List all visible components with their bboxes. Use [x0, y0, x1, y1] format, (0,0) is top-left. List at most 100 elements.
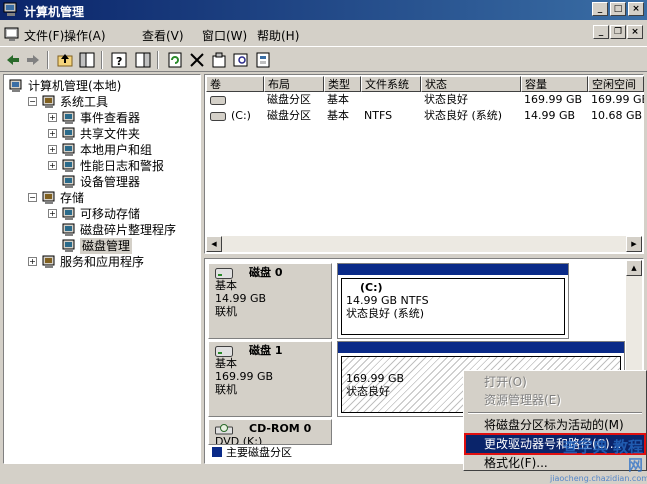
tree-node-label: 性能日志和警报	[80, 159, 165, 173]
mdi-restore-button[interactable]: ❐	[610, 25, 626, 39]
column-type[interactable]: 类型	[324, 76, 361, 92]
column-layout[interactable]: 布局	[264, 76, 324, 92]
column-volume[interactable]: 卷	[206, 76, 264, 92]
primary-partition-bar	[338, 342, 624, 353]
users-icon	[62, 143, 75, 156]
cell-status: 状态良好	[424, 93, 468, 106]
up-icon[interactable]	[56, 51, 74, 69]
primary-partition-bar	[338, 264, 568, 275]
scroll-up-icon[interactable]: ▲	[626, 260, 642, 276]
collapse-icon[interactable]: −	[28, 193, 37, 202]
column-free-space[interactable]: 空闲空间	[588, 76, 644, 92]
legend: 主要磁盘分区	[208, 445, 318, 461]
column-status[interactable]: 状态	[421, 76, 521, 92]
search-icon[interactable]	[232, 51, 250, 69]
disk-management-icon	[62, 239, 75, 252]
cdrom-0-info[interactable]: CD-ROM 0 DVD (K:)	[208, 419, 332, 445]
window-title: 计算机管理	[24, 5, 85, 19]
maximize-button[interactable]: □	[610, 2, 626, 16]
event-viewer-icon	[62, 111, 75, 124]
show-tree-icon[interactable]	[78, 51, 96, 69]
disk-0-info[interactable]: 磁盘 0 基本 14.99 GB 联机	[208, 263, 332, 339]
primary-partition-swatch	[212, 447, 222, 457]
disk-icon	[215, 268, 233, 279]
tree-node-label: 事件查看器	[80, 111, 141, 125]
close-button[interactable]: ×	[628, 2, 644, 16]
cell-filesystem: NTFS	[364, 109, 393, 122]
drive-icon	[210, 96, 226, 105]
expand-icon[interactable]: +	[48, 145, 57, 154]
expand-icon[interactable]: +	[48, 161, 57, 170]
disk-status: 联机	[215, 383, 237, 396]
cell-type: 基本	[327, 109, 349, 122]
tools-icon	[42, 95, 55, 108]
back-icon[interactable]	[4, 51, 22, 69]
defrag-icon	[62, 223, 75, 236]
computer-management-icon	[3, 2, 17, 16]
performance-icon	[62, 159, 75, 172]
volume-list[interactable]: 卷 布局 类型 文件系统 状态 容量 空闲空间 磁盘分区 基本 状态良好 169…	[204, 74, 644, 254]
computer-icon	[9, 79, 22, 92]
tree-node-label: 共享文件夹	[80, 127, 141, 141]
disk-type: DVD (K:)	[215, 435, 263, 445]
tree-node-label: 可移动存储	[80, 207, 141, 221]
properties-icon[interactable]	[210, 51, 228, 69]
export-icon[interactable]	[254, 51, 272, 69]
mdi-minimize-button[interactable]: _	[593, 25, 609, 39]
storage-icon	[42, 191, 55, 204]
show-pane-icon[interactable]	[134, 51, 152, 69]
cell-free-space: 169.99 GB	[591, 93, 644, 106]
partition-size: 14.99 GB NTFS	[346, 294, 429, 307]
partition-status: 状态良好 (系统)	[346, 307, 425, 320]
toolbar: ?	[0, 46, 647, 72]
title-bar[interactable]: 计算机管理 _ □ ×	[0, 0, 647, 20]
disk-status: 联机	[215, 305, 237, 318]
disk-size: 169.99 GB	[215, 370, 274, 383]
cell-type: 基本	[327, 93, 349, 106]
help-icon[interactable]: ?	[110, 51, 128, 69]
cell-volume: (C:)	[231, 109, 251, 122]
tree-node-label: 服务和应用程序	[60, 255, 145, 269]
watermark: 查字典 教程网 jiaocheng.chazidian.com	[550, 438, 647, 483]
expand-icon[interactable]: +	[48, 209, 57, 218]
scroll-right-icon[interactable]: ▶	[626, 236, 642, 252]
menu-bar: 文件(F) 操作(A) 查看(V) 窗口(W) 帮助(H) _ ❐ ×	[0, 22, 647, 44]
menu-item-explore[interactable]: 资源管理器(E)	[466, 391, 644, 409]
cell-layout: 磁盘分区	[267, 109, 311, 122]
scroll-left-icon[interactable]: ◀	[206, 236, 222, 252]
cell-layout: 磁盘分区	[267, 93, 311, 106]
tree-node-label: 磁盘管理	[80, 238, 133, 254]
console-tree[interactable]: 计算机管理(本地) − 系统工具 + 事件查看器 + 共享文件夹 + 本地用户和组 + 性能日志和警…	[3, 74, 201, 464]
refresh-icon[interactable]	[166, 51, 184, 69]
cdrom-icon	[215, 424, 233, 435]
shared-folder-icon	[62, 127, 75, 140]
disk-type: 基本	[215, 279, 237, 292]
menu-separator	[468, 412, 642, 414]
cell-status: 状态良好 (系统)	[424, 109, 503, 122]
expand-icon[interactable]: +	[48, 113, 57, 122]
expand-icon[interactable]: +	[28, 257, 37, 266]
tree-node-label: 设备管理器	[80, 175, 141, 189]
collapse-icon[interactable]: −	[28, 97, 37, 106]
forward-icon[interactable]	[24, 51, 42, 69]
menu-item-mark-active[interactable]: 将磁盘分区标为活动的(M)	[466, 416, 644, 434]
removable-storage-icon	[62, 207, 75, 220]
console-icon	[4, 27, 19, 41]
drive-icon	[210, 112, 226, 121]
disk-type: 基本	[215, 357, 237, 370]
mdi-close-button[interactable]: ×	[627, 25, 643, 39]
minimize-button[interactable]: _	[592, 2, 608, 16]
horizontal-scrollbar[interactable]: ◀ ▶	[206, 236, 642, 252]
delete-icon[interactable]	[188, 51, 206, 69]
svg-text:?: ?	[116, 55, 122, 68]
tree-node-label: 磁盘碎片整理程序	[80, 223, 177, 237]
partition-c[interactable]: (C:) 14.99 GB NTFS 状态良好 (系统)	[337, 263, 569, 339]
disk-1-info[interactable]: 磁盘 1 基本 169.99 GB 联机	[208, 341, 332, 417]
menu-item-open[interactable]: 打开(O)	[466, 373, 644, 391]
tree-node-label: 存储	[60, 191, 85, 205]
disk-size: 14.99 GB	[215, 292, 267, 305]
column-capacity[interactable]: 容量	[521, 76, 588, 92]
expand-icon[interactable]: +	[48, 129, 57, 138]
partition-label: (C:)	[360, 281, 383, 294]
column-filesystem[interactable]: 文件系统	[361, 76, 421, 92]
